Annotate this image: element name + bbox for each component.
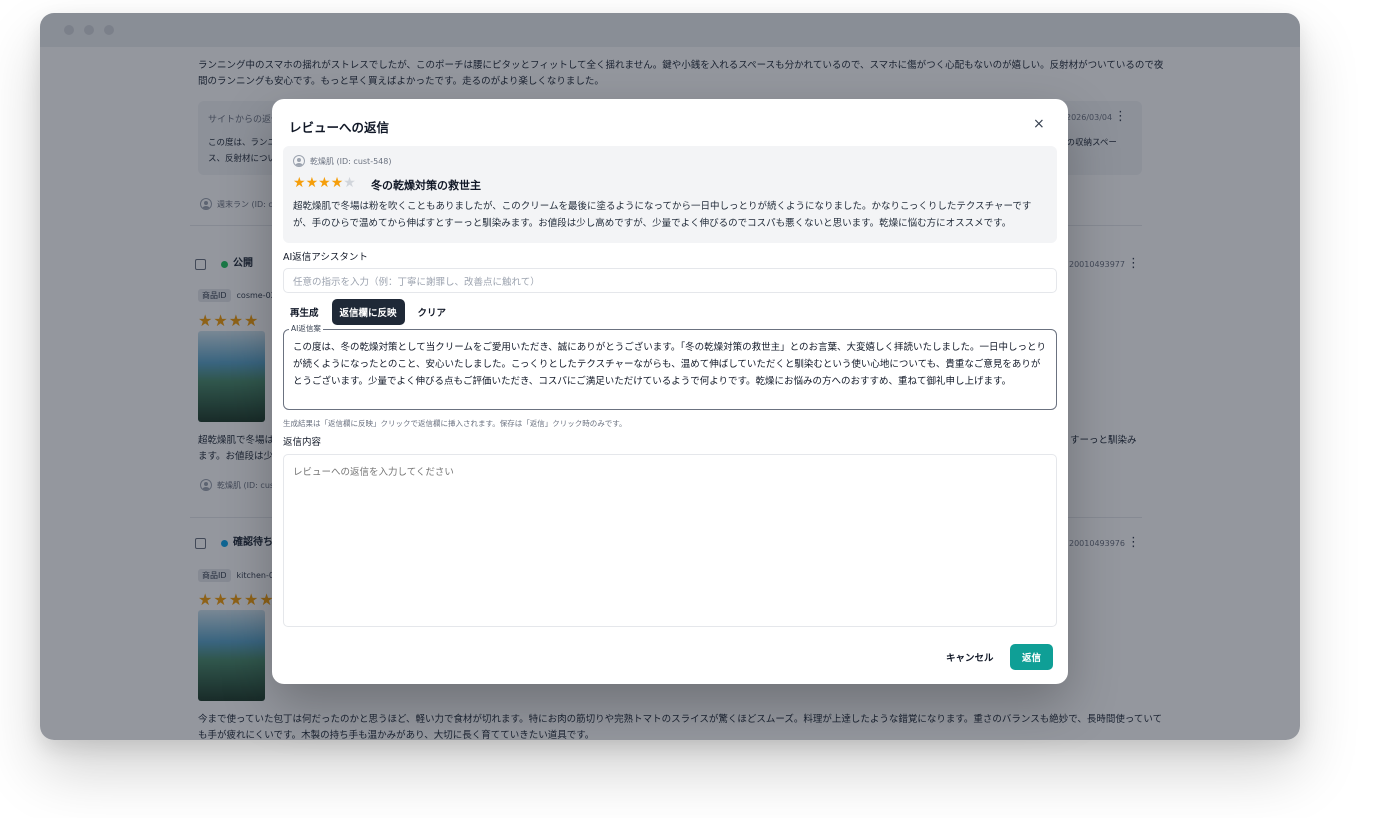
- cancel-button[interactable]: キャンセル: [942, 644, 998, 670]
- review-body: 超乾燥肌で冬場は粉を吹くこともありましたが、このクリームを最後に塗るようになって…: [293, 201, 1032, 229]
- review-title: 冬の乾燥対策の救世主: [371, 179, 481, 192]
- reply-modal: レビューへの返信 × 乾燥肌 (ID: cust-548) ★★★★★ 冬の乾燥…: [272, 99, 1068, 684]
- ai-hint-text: 生成結果は「返信欄に反映」クリックで返信欄に挿入されます。保存は「返信」クリック…: [283, 419, 627, 428]
- clear-button[interactable]: クリア: [411, 299, 454, 325]
- reply-content-label: 返信内容: [283, 437, 322, 448]
- reply-textarea[interactable]: [283, 454, 1057, 627]
- star-filled-icon: ★: [293, 175, 306, 191]
- ai-draft-label: AI返信案: [289, 323, 323, 334]
- modal-title: レビューへの返信: [289, 120, 390, 135]
- ai-assistant-label: AI返信アシスタント: [283, 252, 368, 263]
- close-icon[interactable]: ×: [1033, 116, 1045, 132]
- star-filled-icon: ★: [330, 175, 344, 191]
- star-empty-icon: ★: [343, 175, 356, 191]
- star-filled-icon: ★: [305, 175, 319, 191]
- review-user-name: 乾燥肌 (ID: cust-548): [310, 156, 392, 166]
- send-reply-button[interactable]: 返信: [1010, 644, 1054, 670]
- star-filled-icon: ★: [318, 175, 331, 191]
- review-user: 乾燥肌 (ID: cust-548): [293, 155, 391, 167]
- ai-draft-textarea[interactable]: この度は、冬の乾燥対策として当クリームをご愛用いただき、誠にありがとうございます…: [283, 329, 1057, 410]
- ai-action-buttons: 再生成 返信欄に反映 クリア: [283, 299, 453, 325]
- avatar-icon: [293, 155, 305, 167]
- review-summary: 乾燥肌 (ID: cust-548) ★★★★★ 冬の乾燥対策の救世主 超乾燥肌…: [283, 146, 1057, 243]
- regenerate-button[interactable]: 再生成: [283, 299, 326, 325]
- review-rating-stars: ★★★★★: [293, 175, 356, 191]
- ai-instruction-input[interactable]: 任意の指示を入力（例：丁寧に謝罪し、改善点に触れて）: [283, 268, 1057, 293]
- apply-to-reply-button[interactable]: 返信欄に反映: [331, 299, 405, 325]
